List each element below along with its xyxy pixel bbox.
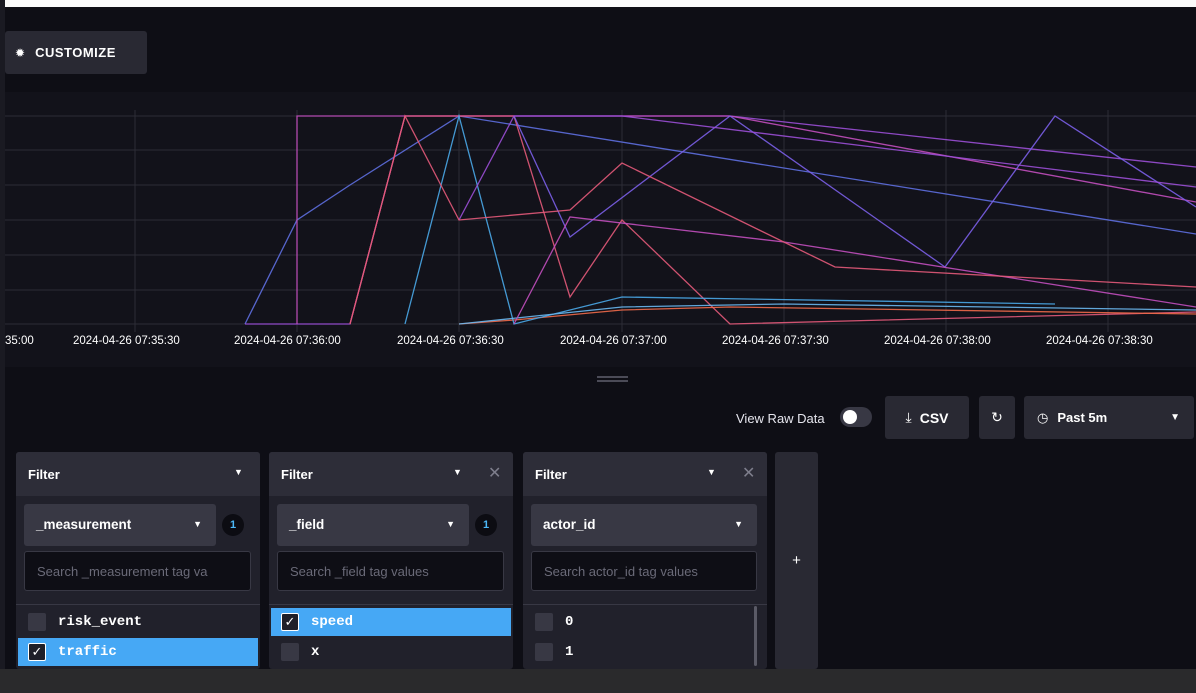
list-item-label: x	[311, 644, 320, 660]
list-item-label: 1	[565, 644, 574, 660]
tag-key-select[interactable]: _field ▼	[277, 504, 469, 546]
tag-search-input[interactable]	[531, 551, 757, 591]
x-tick-label: 2024-04-26 07:38:30	[1046, 335, 1153, 347]
list-item-label: traffic	[58, 644, 117, 660]
caret-down-icon: ▼	[446, 519, 455, 529]
series-line	[458, 115, 1196, 221]
refresh-button[interactable]: ↻	[979, 396, 1015, 439]
tag-key-value: _measurement	[36, 517, 132, 532]
tag-key-select[interactable]: actor_id ▼	[531, 504, 757, 546]
filter-title: Filter	[281, 467, 313, 482]
plus-icon: +	[792, 552, 801, 569]
time-series-graph[interactable]	[5, 92, 1196, 367]
bottom-bar	[0, 669, 1196, 693]
gear-icon: ✹	[15, 45, 26, 60]
filter-title: Filter	[28, 467, 60, 482]
filter-title: Filter	[535, 467, 567, 482]
csv-label: CSV	[919, 409, 949, 426]
tag-key-value: _field	[289, 517, 325, 532]
checkbox[interactable]	[535, 643, 553, 661]
list-item-label: risk_event	[58, 614, 143, 630]
caret-down-icon[interactable]: ▼	[453, 467, 462, 477]
list-item[interactable]: x	[271, 638, 511, 666]
time-range-dropdown[interactable]: ◷ Past 5m ▼	[1024, 396, 1194, 439]
filter-card-header[interactable]: Filter ▼	[16, 452, 260, 496]
caret-down-icon: ▼	[193, 519, 202, 529]
list-item[interactable]: ✓ speed	[271, 608, 511, 636]
tag-search-input[interactable]	[277, 551, 504, 591]
view-raw-data-toggle[interactable]	[840, 407, 872, 427]
tag-value-list: 0 1	[523, 604, 767, 669]
graph-canvas	[5, 110, 1196, 332]
tag-search-input[interactable]	[24, 551, 251, 591]
x-tick-label: 2024-04-26 07:37:30	[722, 335, 829, 347]
download-icon: ⤓	[905, 409, 912, 425]
refresh-icon: ↻	[991, 409, 1003, 425]
filter-card-measurement: Filter ▼ _measurement ▼ 1 risk_event ✓ t…	[16, 452, 260, 669]
caret-down-icon[interactable]: ▼	[234, 467, 243, 477]
filter-card-header[interactable]: Filter ▼ ✕	[269, 452, 513, 496]
checkbox[interactable]	[281, 643, 299, 661]
filter-card-field: Filter ▼ ✕ _field ▼ 1 ✓ speed x	[269, 452, 513, 669]
filter-card-header[interactable]: Filter ▼ ✕	[523, 452, 767, 496]
close-icon[interactable]: ✕	[488, 463, 501, 483]
list-scrollbar[interactable]	[754, 606, 757, 666]
x-tick-label: 2024-04-26 07:37:00	[560, 335, 667, 347]
tag-key-select[interactable]: _measurement ▼	[24, 504, 216, 546]
x-tick-label: 2024-04-26 07:38:00	[884, 335, 991, 347]
selected-count-badge: 1	[475, 514, 497, 536]
list-item[interactable]: 0	[525, 608, 755, 636]
clock-icon: ◷	[1037, 409, 1049, 425]
csv-download-button[interactable]: ⤓ CSV	[885, 396, 969, 439]
window-top-edge	[0, 0, 1196, 7]
list-item[interactable]: ✓ traffic	[18, 638, 258, 666]
close-icon[interactable]: ✕	[742, 463, 755, 483]
view-raw-data-label: View Raw Data	[736, 411, 825, 426]
checkbox[interactable]	[535, 613, 553, 631]
tag-value-list: ✓ speed x	[269, 604, 513, 669]
panel-resize-handle[interactable]	[597, 376, 628, 382]
caret-down-icon: ▼	[1170, 412, 1180, 423]
tag-value-list: risk_event ✓ traffic	[16, 604, 260, 669]
customize-label: CUSTOMIZE	[35, 45, 116, 60]
checkbox[interactable]	[28, 613, 46, 631]
list-item-label: 0	[565, 614, 574, 630]
x-tick-label: 35:00	[5, 335, 34, 347]
checkbox[interactable]: ✓	[281, 613, 299, 631]
add-filter-button[interactable]: +	[775, 452, 818, 669]
tag-key-value: actor_id	[543, 517, 596, 532]
x-tick-label: 2024-04-26 07:36:00	[234, 335, 341, 347]
selected-count-badge: 1	[222, 514, 244, 536]
time-range-label: Past 5m	[1057, 410, 1108, 425]
filter-card-actor-id: Filter ▼ ✕ actor_id ▼ 0 1	[523, 452, 767, 669]
list-item[interactable]: 1	[525, 638, 755, 666]
caret-down-icon: ▼	[734, 519, 743, 529]
checkbox[interactable]: ✓	[28, 643, 46, 661]
caret-down-icon[interactable]: ▼	[707, 467, 716, 477]
x-tick-label: 2024-04-26 07:36:30	[397, 335, 504, 347]
list-item-label: speed	[311, 614, 354, 630]
customize-button[interactable]: ✹ CUSTOMIZE	[5, 31, 147, 74]
list-item[interactable]: risk_event	[18, 608, 258, 636]
x-tick-label: 2024-04-26 07:35:30	[73, 335, 180, 347]
